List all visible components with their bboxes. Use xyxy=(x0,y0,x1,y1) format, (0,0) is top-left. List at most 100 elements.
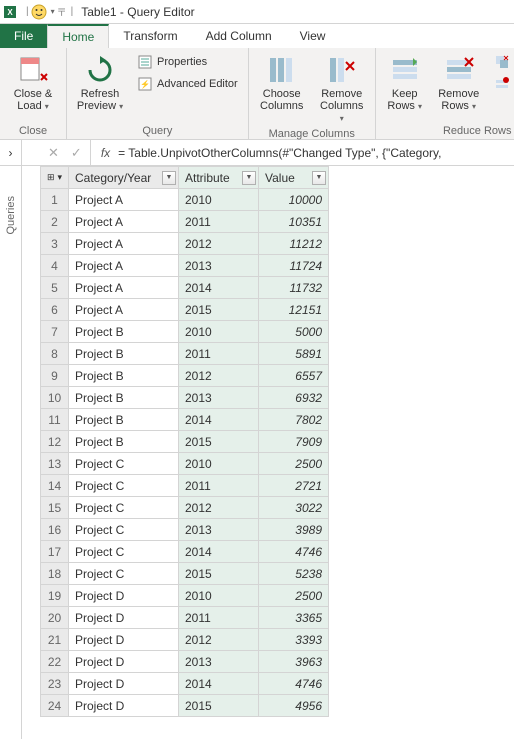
cell[interactable]: 11732 xyxy=(259,277,329,299)
cell[interactable]: 2014 xyxy=(179,409,259,431)
cell[interactable]: Project D xyxy=(69,651,179,673)
cell[interactable]: 7909 xyxy=(259,431,329,453)
row-number[interactable]: 1 xyxy=(41,189,69,211)
table-row[interactable]: 11Project B20147802 xyxy=(41,409,329,431)
remove-errors-button[interactable]: Remove Er xyxy=(490,74,514,94)
row-number[interactable]: 12 xyxy=(41,431,69,453)
cell[interactable]: Project A xyxy=(69,189,179,211)
row-number[interactable]: 18 xyxy=(41,563,69,585)
cell[interactable]: 5891 xyxy=(259,343,329,365)
tab-transform[interactable]: Transform xyxy=(109,24,191,48)
cell[interactable]: 10000 xyxy=(259,189,329,211)
cell[interactable]: Project D xyxy=(69,585,179,607)
cell[interactable]: Project A xyxy=(69,255,179,277)
table-row[interactable]: 14Project C20112721 xyxy=(41,475,329,497)
tab-add-column[interactable]: Add Column xyxy=(192,24,286,48)
cell[interactable]: 2015 xyxy=(179,695,259,717)
table-row[interactable]: 4Project A201311724 xyxy=(41,255,329,277)
cell[interactable]: Project D xyxy=(69,695,179,717)
cell[interactable]: Project B xyxy=(69,431,179,453)
row-number[interactable]: 24 xyxy=(41,695,69,717)
table-row[interactable]: 17Project C20144746 xyxy=(41,541,329,563)
column-header-category[interactable]: Category/Year▼ xyxy=(69,167,179,189)
table-row[interactable]: 22Project D20133963 xyxy=(41,651,329,673)
cell[interactable]: Project B xyxy=(69,387,179,409)
cell[interactable]: Project D xyxy=(69,629,179,651)
cell[interactable]: 5238 xyxy=(259,563,329,585)
table-row[interactable]: 13Project C20102500 xyxy=(41,453,329,475)
tab-home[interactable]: Home xyxy=(47,24,109,48)
cell[interactable]: Project C xyxy=(69,453,179,475)
table-row[interactable]: 10Project B20136932 xyxy=(41,387,329,409)
cell[interactable]: Project A xyxy=(69,211,179,233)
row-number[interactable]: 15 xyxy=(41,497,69,519)
queries-sidebar[interactable]: Queries xyxy=(0,166,22,739)
formula-input[interactable]: = Table.UnpivotOtherColumns(#"Changed Ty… xyxy=(110,146,514,160)
cell[interactable]: Project D xyxy=(69,607,179,629)
table-row[interactable]: 23Project D20144746 xyxy=(41,673,329,695)
row-number[interactable]: 2 xyxy=(41,211,69,233)
cell[interactable]: 2012 xyxy=(179,497,259,519)
confirm-icon[interactable]: ✓ xyxy=(71,145,82,161)
cell[interactable]: 4746 xyxy=(259,673,329,695)
cell[interactable]: 2013 xyxy=(179,387,259,409)
cell[interactable]: 2013 xyxy=(179,519,259,541)
table-row[interactable]: 5Project A201411732 xyxy=(41,277,329,299)
cell[interactable]: Project A xyxy=(69,277,179,299)
table-row[interactable]: 1Project A201010000 xyxy=(41,189,329,211)
row-number[interactable]: 10 xyxy=(41,387,69,409)
row-number[interactable]: 20 xyxy=(41,607,69,629)
cell[interactable]: 2015 xyxy=(179,299,259,321)
column-header-value[interactable]: Value▼ xyxy=(259,167,329,189)
row-number[interactable]: 16 xyxy=(41,519,69,541)
row-number[interactable]: 14 xyxy=(41,475,69,497)
cell[interactable]: 2015 xyxy=(179,563,259,585)
cell[interactable]: 2721 xyxy=(259,475,329,497)
table-row[interactable]: 6Project A201512151 xyxy=(41,299,329,321)
choose-columns-button[interactable]: Choose Columns xyxy=(255,52,309,114)
cell[interactable]: 2011 xyxy=(179,607,259,629)
row-number[interactable]: 3 xyxy=(41,233,69,255)
cell[interactable]: 3022 xyxy=(259,497,329,519)
row-number[interactable]: 8 xyxy=(41,343,69,365)
table-row[interactable]: 8Project B20115891 xyxy=(41,343,329,365)
cell[interactable]: Project B xyxy=(69,409,179,431)
cell[interactable]: Project B xyxy=(69,321,179,343)
row-number[interactable]: 9 xyxy=(41,365,69,387)
cell[interactable]: 3963 xyxy=(259,651,329,673)
table-row[interactable]: 24Project D20154956 xyxy=(41,695,329,717)
close-load-button[interactable]: Close & Load ▾ xyxy=(6,52,60,114)
data-grid[interactable]: ⊞▾ Category/Year▼ Attribute▼ Value▼ 1Pro… xyxy=(22,166,514,739)
cell[interactable]: Project C xyxy=(69,541,179,563)
cell[interactable]: 2500 xyxy=(259,585,329,607)
cell[interactable]: Project C xyxy=(69,475,179,497)
cell[interactable]: 5000 xyxy=(259,321,329,343)
row-number[interactable]: 6 xyxy=(41,299,69,321)
sidebar-expand-button[interactable]: › xyxy=(0,140,22,165)
cell[interactable]: 2014 xyxy=(179,277,259,299)
cell[interactable]: 2500 xyxy=(259,453,329,475)
cell[interactable]: Project C xyxy=(69,519,179,541)
cell[interactable]: Project D xyxy=(69,673,179,695)
row-number[interactable]: 5 xyxy=(41,277,69,299)
cell[interactable]: 2015 xyxy=(179,431,259,453)
cell[interactable]: 3393 xyxy=(259,629,329,651)
keep-rows-button[interactable]: Keep Rows ▾ xyxy=(382,52,428,114)
row-number[interactable]: 21 xyxy=(41,629,69,651)
cell[interactable]: 2011 xyxy=(179,343,259,365)
cell[interactable]: 11212 xyxy=(259,233,329,255)
table-row[interactable]: 16Project C20133989 xyxy=(41,519,329,541)
table-row[interactable]: 9Project B20126557 xyxy=(41,365,329,387)
properties-button[interactable]: Properties xyxy=(133,52,242,72)
table-corner[interactable]: ⊞▾ xyxy=(41,167,69,189)
tab-file[interactable]: File xyxy=(0,24,47,48)
cell[interactable]: 6932 xyxy=(259,387,329,409)
cell[interactable]: 11724 xyxy=(259,255,329,277)
row-number[interactable]: 23 xyxy=(41,673,69,695)
row-number[interactable]: 11 xyxy=(41,409,69,431)
remove-rows-button[interactable]: Remove Rows ▾ xyxy=(434,52,484,114)
cell[interactable]: 2014 xyxy=(179,541,259,563)
row-number[interactable]: 13 xyxy=(41,453,69,475)
table-row[interactable]: 7Project B20105000 xyxy=(41,321,329,343)
filter-icon[interactable]: ▼ xyxy=(242,171,256,185)
